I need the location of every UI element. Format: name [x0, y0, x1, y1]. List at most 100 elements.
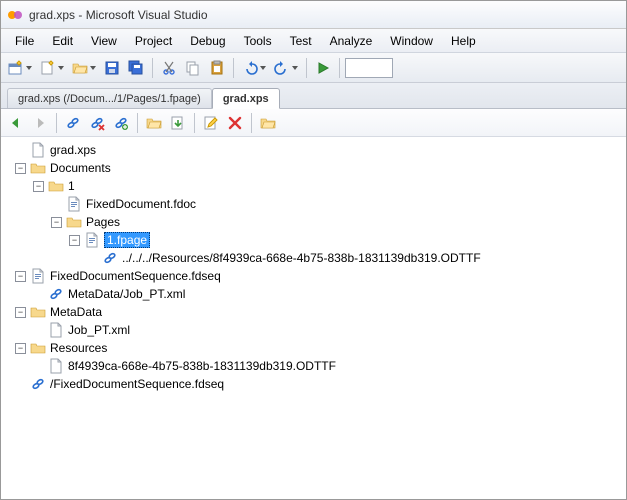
tree-label: FixedDocumentSequence.fdseq	[50, 269, 221, 283]
edit-icon[interactable]	[200, 112, 222, 134]
file-icon	[48, 322, 64, 338]
window-title: grad.xps - Microsoft Visual Studio	[29, 8, 208, 22]
main-toolbar	[1, 53, 626, 83]
folder-icon	[66, 214, 82, 230]
tree-label: Resources	[50, 341, 107, 355]
tree-node[interactable]: Job_PT.xml	[7, 321, 620, 339]
menu-edit[interactable]: Edit	[44, 32, 81, 50]
tree-node[interactable]: ../../../Resources/8f4939ca-668e-4b75-83…	[7, 249, 620, 267]
tab-strip: grad.xps (/Docum.../1/Pages/1.fpage) gra…	[1, 83, 626, 109]
tree-node[interactable]: 8f4939ca-668e-4b75-838b-1831139db319.ODT…	[7, 357, 620, 375]
export-icon[interactable]	[167, 112, 189, 134]
delete-icon[interactable]	[224, 112, 246, 134]
tree-node[interactable]: −MetaData	[7, 303, 620, 321]
app-icon	[7, 7, 23, 23]
tree-view[interactable]: grad.xps−Documents−1FixedDocument.fdoc−P…	[1, 137, 626, 499]
redo-icon[interactable]	[271, 57, 301, 79]
open-folder-icon[interactable]	[257, 112, 279, 134]
collapse-toggle[interactable]: −	[15, 343, 26, 354]
tab-active[interactable]: grad.xps	[212, 88, 280, 109]
find-box[interactable]	[345, 58, 393, 78]
toggle-placeholder	[15, 379, 26, 390]
menu-test[interactable]: Test	[282, 32, 320, 50]
tree-label: 8f4939ca-668e-4b75-838b-1831139db319.ODT…	[68, 359, 336, 373]
link-icon[interactable]	[62, 112, 84, 134]
tree-node[interactable]: MetaData/Job_PT.xml	[7, 285, 620, 303]
save-icon[interactable]	[101, 57, 123, 79]
tree-label: /FixedDocumentSequence.fdseq	[50, 377, 224, 391]
separator	[251, 113, 252, 133]
tree-node[interactable]: − Documents	[7, 159, 620, 177]
tab-inactive[interactable]: grad.xps (/Docum.../1/Pages/1.fpage)	[7, 88, 212, 108]
doc-icon	[30, 268, 46, 284]
separator	[194, 113, 195, 133]
tree-label: ../../../Resources/8f4939ca-668e-4b75-83…	[122, 251, 481, 265]
link-icon	[30, 376, 46, 392]
tree-node[interactable]: /FixedDocumentSequence.fdseq	[7, 375, 620, 393]
toggle-placeholder	[87, 253, 98, 264]
folder-icon	[30, 304, 46, 320]
doc-toolbar	[1, 109, 626, 137]
doc-icon	[66, 196, 82, 212]
tree-node[interactable]: − 1.fpage	[7, 231, 620, 249]
tree-label: Pages	[86, 215, 120, 229]
title-bar: grad.xps - Microsoft Visual Studio	[1, 1, 626, 29]
folder-icon	[48, 178, 64, 194]
open-icon[interactable]	[69, 57, 99, 79]
menu-project[interactable]: Project	[127, 32, 180, 50]
cut-icon[interactable]	[158, 57, 180, 79]
toggle-placeholder	[15, 145, 26, 156]
separator	[233, 58, 234, 78]
toggle-placeholder	[33, 361, 44, 372]
tree-node[interactable]: − Pages	[7, 213, 620, 231]
toggle-placeholder	[51, 199, 62, 210]
tree-label: 1.fpage	[104, 232, 150, 248]
copy-icon[interactable]	[182, 57, 204, 79]
tree-node[interactable]: grad.xps	[7, 141, 620, 159]
document-area: grad.xps−Documents−1FixedDocument.fdoc−P…	[1, 109, 626, 499]
menu-window[interactable]: Window	[382, 32, 441, 50]
new-project-icon[interactable]	[5, 57, 35, 79]
separator	[137, 113, 138, 133]
paste-icon[interactable]	[206, 57, 228, 79]
separator	[339, 58, 340, 78]
tree-label: Job_PT.xml	[68, 323, 130, 337]
folder-open-icon[interactable]	[143, 112, 165, 134]
collapse-toggle[interactable]: −	[15, 307, 26, 318]
add-item-icon[interactable]	[37, 57, 67, 79]
link-remove-icon[interactable]	[86, 112, 108, 134]
menu-debug[interactable]: Debug	[182, 32, 233, 50]
tree-node[interactable]: FixedDocument.fdoc	[7, 195, 620, 213]
menu-help[interactable]: Help	[443, 32, 484, 50]
undo-icon[interactable]	[239, 57, 269, 79]
link-icon	[48, 286, 64, 302]
tree-node[interactable]: −1	[7, 177, 620, 195]
tree-label: 1	[68, 179, 75, 193]
collapse-toggle[interactable]: −	[69, 235, 80, 246]
back-icon[interactable]	[5, 112, 27, 134]
collapse-toggle[interactable]: −	[15, 163, 26, 174]
menu-file[interactable]: File	[7, 32, 42, 50]
tree-node[interactable]: − Resources	[7, 339, 620, 357]
link-add-icon[interactable]	[110, 112, 132, 134]
separator	[306, 58, 307, 78]
link-icon	[102, 250, 118, 266]
collapse-toggle[interactable]: −	[51, 217, 62, 228]
collapse-toggle[interactable]: −	[33, 181, 44, 192]
menu-view[interactable]: View	[83, 32, 125, 50]
doc-icon	[84, 232, 100, 248]
file-icon	[30, 142, 46, 158]
forward-icon[interactable]	[29, 112, 51, 134]
save-all-icon[interactable]	[125, 57, 147, 79]
collapse-toggle[interactable]: −	[15, 271, 26, 282]
file-icon	[48, 358, 64, 374]
tree-node[interactable]: − FixedDocumentSequence.fdseq	[7, 267, 620, 285]
tree-label: Documents	[50, 161, 111, 175]
folder-icon	[30, 340, 46, 356]
separator	[152, 58, 153, 78]
menu-tools[interactable]: Tools	[236, 32, 280, 50]
menu-analyze[interactable]: Analyze	[322, 32, 381, 50]
toggle-placeholder	[33, 325, 44, 336]
tree-label: grad.xps	[50, 143, 96, 157]
start-icon[interactable]	[312, 57, 334, 79]
